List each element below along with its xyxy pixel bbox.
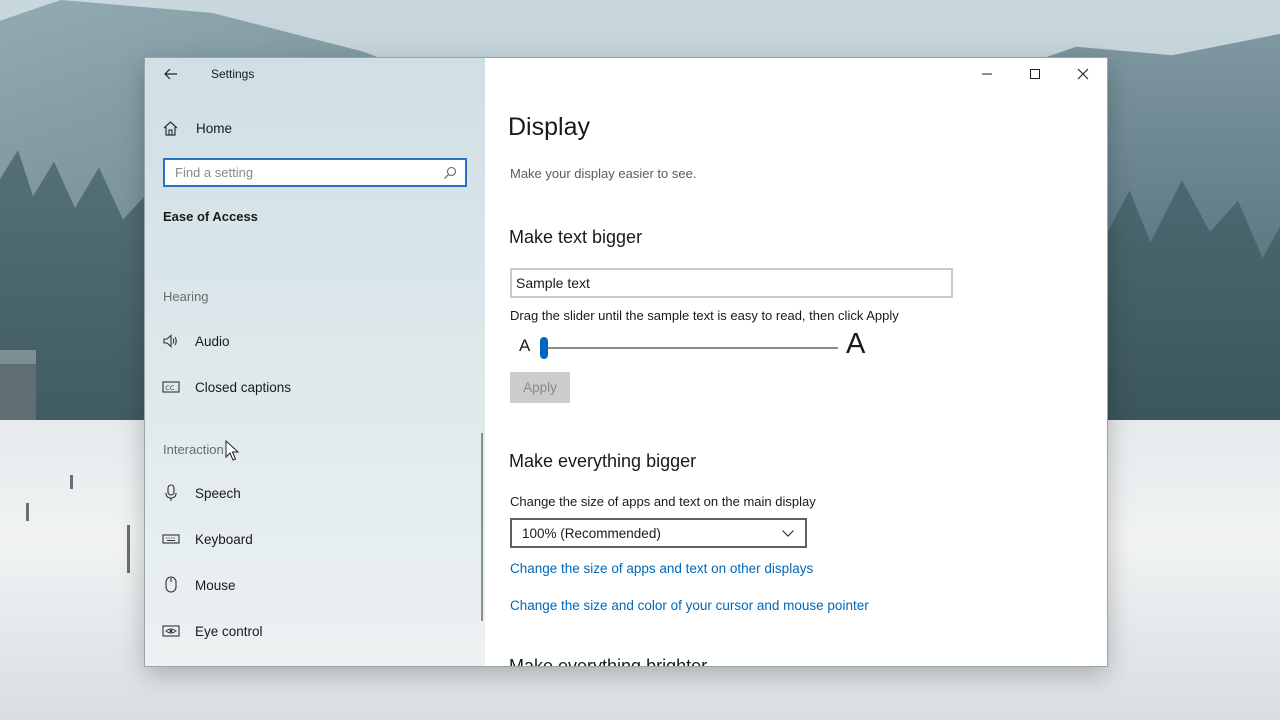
slider-hint: Drag the slider until the sample text is…	[510, 308, 899, 323]
section-heading-everything-brighter: Make everything brighter	[509, 656, 708, 666]
wallpaper-cabin	[0, 350, 36, 420]
sidebar: Home Ease of Access Hearing Audio CC Clo…	[145, 58, 485, 666]
wallpaper-fence-post	[70, 475, 73, 489]
microphone-icon	[162, 484, 180, 502]
sidebar-item-label: Home	[196, 120, 233, 136]
wallpaper-fence-post	[26, 503, 29, 521]
speaker-icon	[162, 332, 180, 350]
group-header-interaction: Interaction	[163, 442, 224, 457]
slider-max-glyph: A	[846, 328, 866, 360]
search-input[interactable]	[165, 165, 431, 180]
svg-text:CC: CC	[165, 384, 175, 392]
sidebar-item-label: Speech	[195, 485, 241, 501]
chevron-down-icon	[782, 530, 794, 537]
sidebar-item-label: Audio	[195, 333, 230, 349]
link-cursor-size[interactable]: Change the size and color of your cursor…	[510, 598, 869, 613]
group-header-hearing: Hearing	[163, 289, 209, 304]
mouse-icon	[162, 576, 180, 594]
sidebar-item-label: Mouse	[195, 577, 236, 593]
sidebar-item-label: Eye control	[195, 623, 263, 639]
page-title: Display	[508, 113, 590, 141]
section-heading-text-bigger: Make text bigger	[509, 227, 643, 247]
sidebar-item-eye-control[interactable]: Eye control	[162, 619, 263, 643]
scale-description: Change the size of apps and text on the …	[510, 494, 816, 509]
sidebar-item-label: Keyboard	[195, 531, 253, 547]
apply-button[interactable]: Apply	[510, 372, 570, 403]
slider-min-glyph: A	[519, 336, 531, 355]
section-heading-everything-bigger: Make everything bigger	[509, 451, 697, 471]
content-pane: Display Make your display easier to see.…	[485, 58, 1107, 666]
keyboard-icon	[162, 530, 180, 548]
page-description: Make your display easier to see.	[510, 166, 697, 181]
sidebar-item-label: Closed captions	[195, 379, 292, 395]
closed-captions-icon: CC	[162, 378, 180, 396]
mouse-pointer-icon	[225, 440, 239, 461]
sidebar-scrollbar[interactable]	[481, 433, 483, 621]
home-icon	[161, 119, 179, 137]
sidebar-item-home[interactable]: Home	[161, 116, 232, 140]
sidebar-item-audio[interactable]: Audio	[162, 329, 230, 353]
settings-window: Home Ease of Access Hearing Audio CC Clo…	[145, 58, 1107, 666]
sidebar-item-speech[interactable]: Speech	[162, 481, 241, 505]
section-title: Ease of Access	[163, 209, 258, 224]
search-box	[163, 158, 467, 187]
sidebar-item-closed-captions[interactable]: CC Closed captions	[162, 375, 291, 399]
eye-control-icon	[162, 622, 180, 640]
search-icon[interactable]	[443, 166, 457, 180]
scale-dropdown[interactable]: 100% (Recommended)	[510, 518, 807, 548]
wallpaper-fence-post	[127, 525, 130, 573]
scale-dropdown-value: 100% (Recommended)	[522, 525, 661, 541]
sample-text-preview: Sample text	[510, 268, 953, 298]
back-arrow-icon[interactable]	[161, 64, 181, 84]
link-other-displays[interactable]: Change the size of apps and text on othe…	[510, 561, 813, 576]
text-size-slider-thumb[interactable]	[540, 337, 548, 359]
window-title: Settings	[211, 67, 255, 81]
text-size-slider-track[interactable]	[543, 347, 838, 349]
sidebar-item-mouse[interactable]: Mouse	[162, 573, 236, 597]
sidebar-item-keyboard[interactable]: Keyboard	[162, 527, 253, 551]
